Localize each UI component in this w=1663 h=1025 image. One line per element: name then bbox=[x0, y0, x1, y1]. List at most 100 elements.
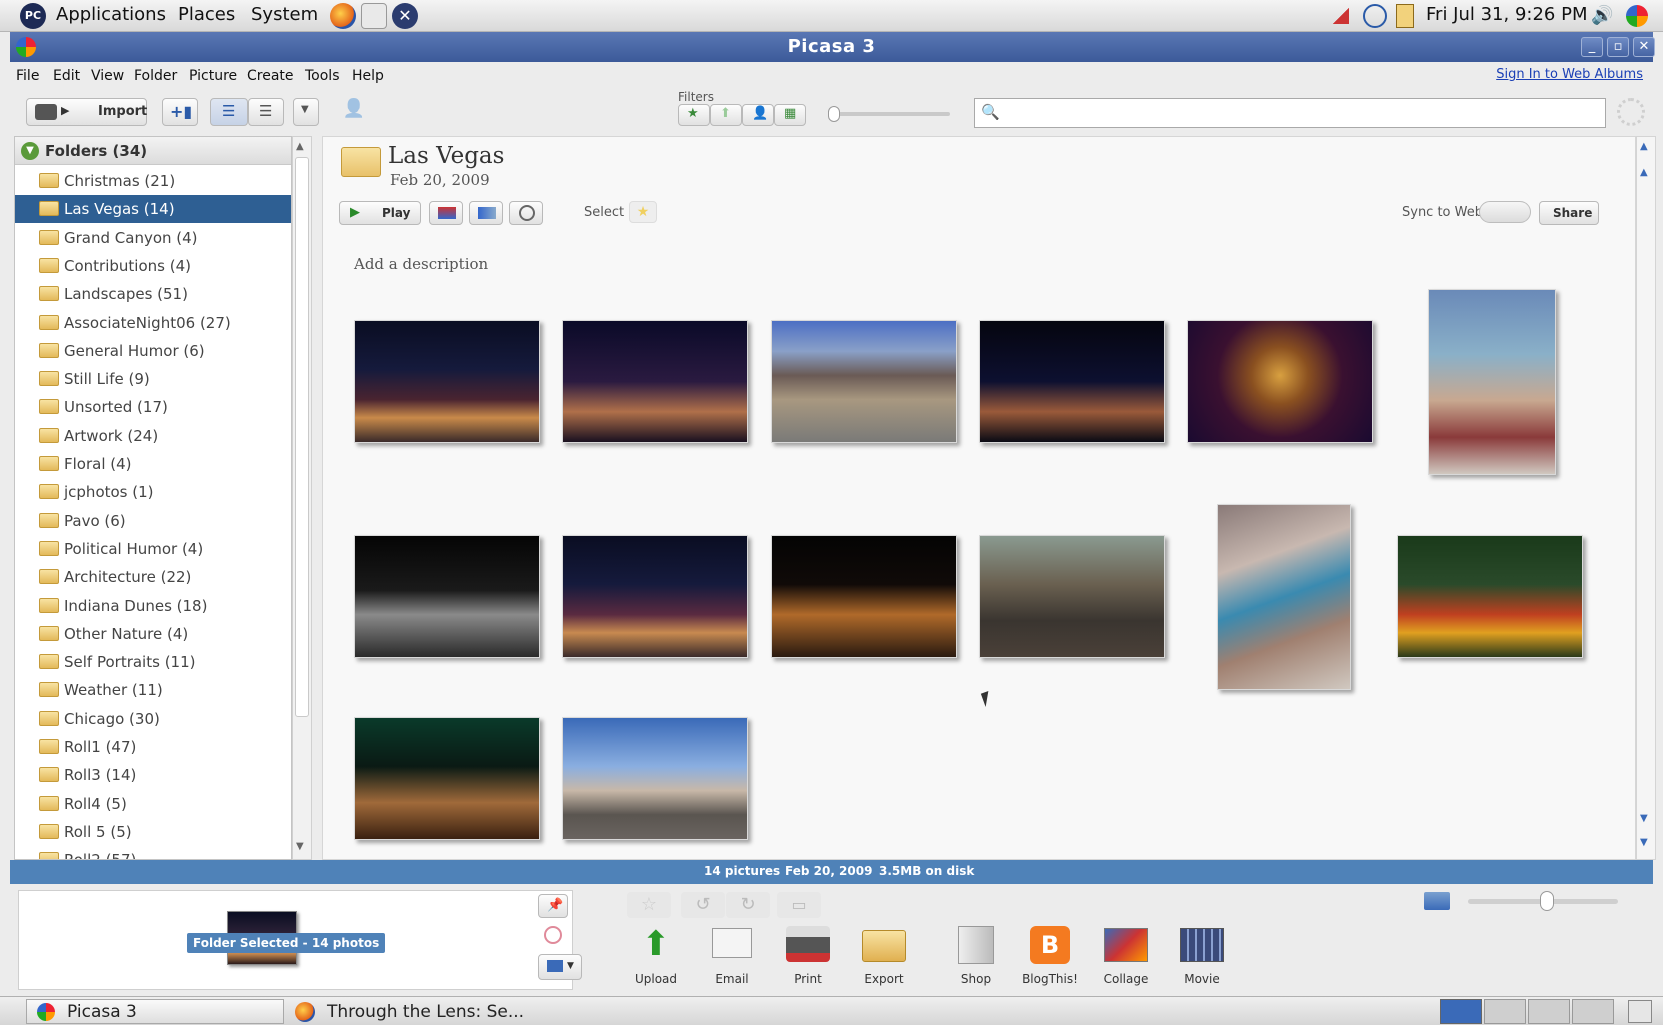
thumbnail-size-slider[interactable] bbox=[1468, 891, 1618, 911]
folder-item[interactable]: Unsorted (17) bbox=[15, 393, 291, 421]
show-desktop-icon[interactable] bbox=[1628, 1000, 1652, 1023]
folder-item[interactable]: Chicago (30) bbox=[15, 705, 291, 733]
panel-menu-applications[interactable]: Applications bbox=[56, 4, 166, 25]
selection-holder[interactable]: Folder Selected - 14 photos bbox=[18, 890, 573, 990]
caption-icon[interactable]: ▭ bbox=[777, 892, 821, 918]
photo-thumbnail-3[interactable] bbox=[771, 320, 957, 443]
upload-button[interactable]: ⬆ Upload bbox=[616, 924, 696, 992]
folder-scroll-thumb[interactable] bbox=[295, 157, 309, 717]
maximize-button[interactable]: ▫ bbox=[1607, 37, 1629, 57]
network-icon[interactable] bbox=[1363, 4, 1387, 28]
close-button[interactable]: ✕ bbox=[1633, 37, 1655, 57]
export-button[interactable]: Export bbox=[844, 924, 924, 992]
people-icon[interactable]: 👤 bbox=[336, 98, 372, 126]
scroll-up-icon[interactable]: ▲ bbox=[1640, 167, 1648, 178]
taskbar-picasa[interactable]: Picasa 3 bbox=[26, 999, 284, 1024]
print-button[interactable]: Print bbox=[768, 924, 848, 992]
album-date[interactable]: Feb 20, 2009 bbox=[390, 171, 490, 189]
folder-item[interactable]: Self Portraits (11) bbox=[15, 648, 291, 676]
clipboard-icon[interactable] bbox=[1396, 4, 1414, 28]
folder-item[interactable]: Roll4 (5) bbox=[15, 790, 291, 818]
photo-thumbnail-8[interactable] bbox=[562, 535, 748, 658]
menu-file[interactable]: File bbox=[16, 68, 39, 84]
email-client-icon[interactable] bbox=[361, 3, 387, 29]
photo-thumbnail-10[interactable] bbox=[979, 535, 1165, 658]
menu-edit[interactable]: Edit bbox=[53, 68, 80, 84]
panel-menu-places[interactable]: Places bbox=[178, 4, 235, 25]
filter-uploaded-button[interactable]: ⬆ bbox=[710, 104, 742, 126]
sync-to-web-toggle[interactable] bbox=[1479, 201, 1531, 223]
album-scroll-track[interactable] bbox=[1640, 457, 1652, 517]
minimize-button[interactable]: _ bbox=[1581, 37, 1603, 57]
hold-selection-button[interactable]: 📌 bbox=[538, 894, 568, 918]
menu-tools[interactable]: Tools bbox=[305, 68, 340, 84]
album-description-field[interactable]: Add a description bbox=[354, 255, 488, 273]
collage-button[interactable]: Collage bbox=[1086, 924, 1166, 992]
panel-clock[interactable]: Fri Jul 31, 9:26 PM bbox=[1426, 4, 1587, 25]
photo-thumbnail-1[interactable] bbox=[354, 320, 540, 443]
workspace-3[interactable] bbox=[1528, 999, 1570, 1024]
rotate-left-icon[interactable]: ↺ bbox=[681, 892, 725, 918]
album-title[interactable]: Las Vegas bbox=[388, 143, 504, 169]
folder-item[interactable]: Las Vegas (14) bbox=[15, 195, 291, 224]
scroll-top-icon[interactable]: ▲ bbox=[1640, 141, 1648, 152]
photo-thumbnail-2[interactable] bbox=[562, 320, 748, 443]
clear-selection-button[interactable] bbox=[544, 926, 562, 944]
folder-item[interactable]: Pavo (6) bbox=[15, 507, 291, 535]
folder-item[interactable]: Landscapes (51) bbox=[15, 280, 291, 308]
photo-thumbnail-12[interactable] bbox=[1397, 535, 1583, 658]
menu-picture[interactable]: Picture bbox=[189, 68, 237, 84]
folder-scrollbar[interactable]: ▲ ▼ bbox=[292, 136, 312, 860]
sign-in-link[interactable]: Sign In to Web Albums bbox=[1496, 67, 1643, 82]
rotate-right-icon[interactable]: ↻ bbox=[726, 892, 770, 918]
menu-folder[interactable]: Folder bbox=[134, 68, 177, 84]
picasa-tray-icon[interactable] bbox=[1626, 5, 1648, 27]
scroll-down-icon[interactable]: ▼ bbox=[296, 841, 304, 852]
photo-thumbnail-7[interactable] bbox=[354, 535, 540, 658]
window-titlebar[interactable]: Picasa 3 _ ▫ ✕ bbox=[10, 32, 1655, 62]
firefox-icon[interactable] bbox=[330, 3, 356, 29]
folder-item[interactable]: Weather (11) bbox=[15, 676, 291, 704]
shop-button[interactable]: Shop bbox=[936, 924, 1016, 992]
folder-item[interactable]: AssociateNight06 (27) bbox=[15, 309, 291, 337]
folder-item[interactable]: Still Life (9) bbox=[15, 365, 291, 393]
photo-thumbnail-9[interactable] bbox=[771, 535, 957, 658]
collapse-folders-icon[interactable]: ▼ bbox=[21, 142, 39, 160]
folder-item[interactable]: Christmas (21) bbox=[15, 167, 291, 195]
volume-icon[interactable]: 🔊 bbox=[1591, 5, 1613, 26]
play-slideshow-button[interactable]: ▶ Play bbox=[339, 201, 421, 225]
filter-starred-button[interactable]: ★ bbox=[678, 104, 710, 126]
folder-item[interactable]: General Humor (6) bbox=[15, 337, 291, 365]
slider-thumb[interactable] bbox=[828, 106, 840, 122]
scroll-down-icon[interactable]: ▼ bbox=[1640, 813, 1648, 824]
photo-thumbnail-11[interactable] bbox=[1217, 504, 1351, 690]
search-input[interactable]: 🔍 bbox=[974, 98, 1606, 128]
tree-view-button[interactable]: ☰ bbox=[248, 98, 284, 126]
folder-item[interactable]: Architecture (22) bbox=[15, 563, 291, 591]
folder-item[interactable]: Other Nature (4) bbox=[15, 620, 291, 648]
scroll-up-icon[interactable]: ▲ bbox=[296, 141, 304, 152]
add-to-album-dropdown[interactable]: ▼ bbox=[538, 954, 582, 980]
folders-header[interactable]: ▼ Folders (34) bbox=[15, 137, 291, 165]
import-button[interactable]: ▶ Import bbox=[26, 98, 147, 126]
filter-faces-button[interactable]: 👤 bbox=[742, 104, 774, 126]
pclinuxos-logo-icon[interactable]: PC bbox=[20, 3, 46, 29]
geotag-album-button[interactable] bbox=[509, 201, 543, 225]
photo-thumbnail-4[interactable] bbox=[979, 320, 1165, 443]
folder-item[interactable]: Floral (4) bbox=[15, 450, 291, 478]
email-album-button[interactable] bbox=[429, 201, 463, 225]
folder-item[interactable]: Roll1 (47) bbox=[15, 733, 291, 761]
folder-item[interactable]: Indiana Dunes (18) bbox=[15, 592, 291, 620]
blogthis-button[interactable]: B BlogThis! bbox=[1010, 924, 1090, 992]
view-options-dropdown[interactable]: ▼ bbox=[293, 98, 319, 126]
list-view-button[interactable]: ☰ bbox=[210, 98, 248, 126]
panel-menu-system[interactable]: System bbox=[251, 4, 318, 25]
photo-thumbnail-13[interactable] bbox=[354, 717, 540, 840]
add-to-album-button[interactable]: +▮ bbox=[162, 98, 198, 126]
collage-album-button[interactable] bbox=[469, 201, 503, 225]
photo-thumbnail-14[interactable] bbox=[562, 717, 748, 840]
folder-item[interactable]: Roll 5 (5) bbox=[15, 818, 291, 846]
workspace-2[interactable] bbox=[1484, 999, 1526, 1024]
star-photo-icon[interactable]: ☆ bbox=[627, 892, 671, 918]
folder-item[interactable]: Grand Canyon (4) bbox=[15, 224, 291, 252]
